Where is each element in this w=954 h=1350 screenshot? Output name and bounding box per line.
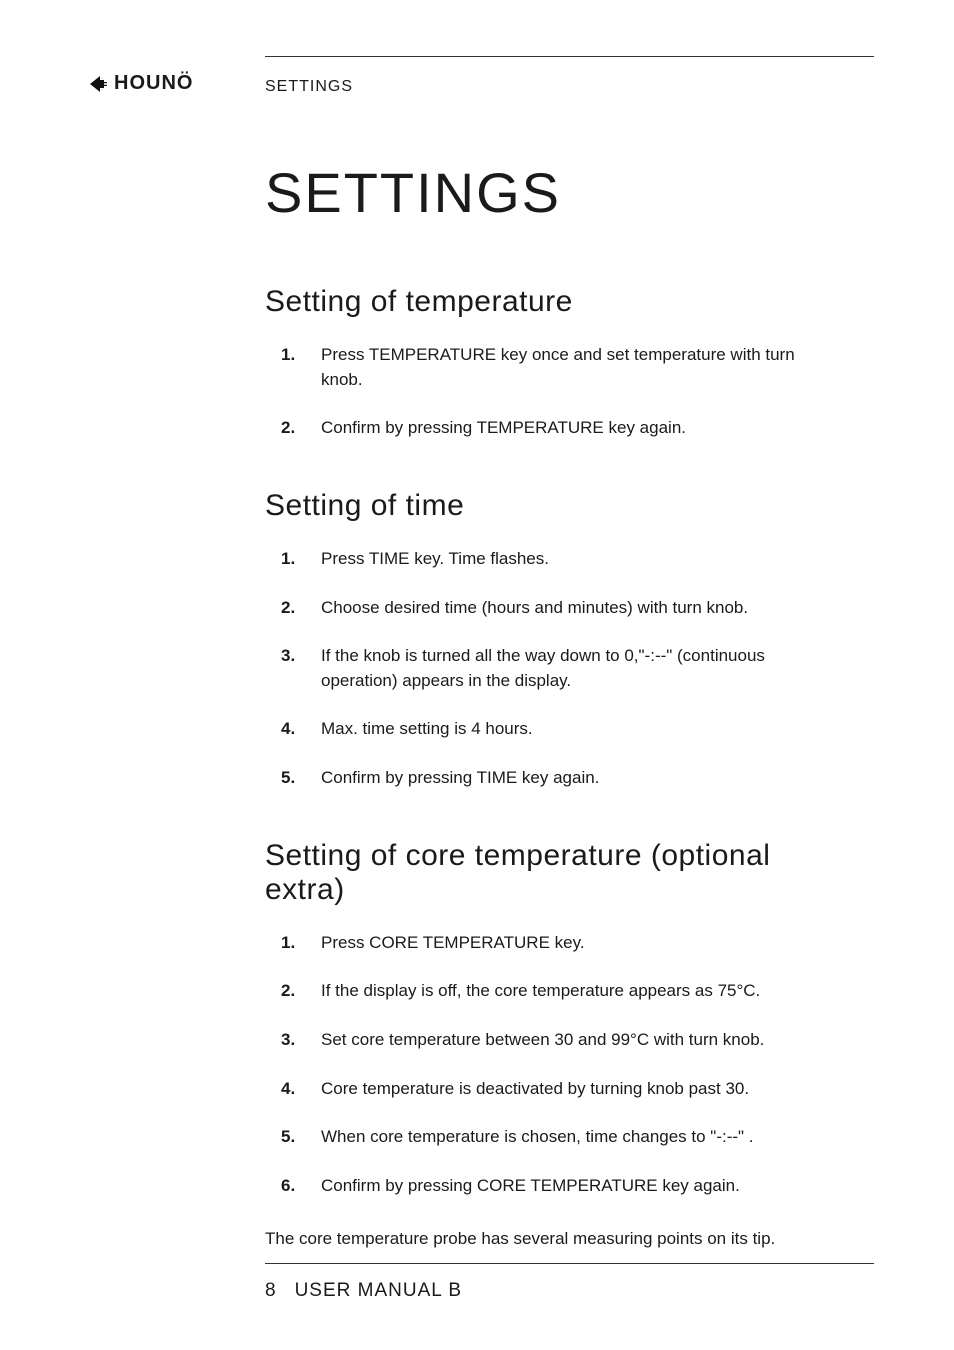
footer-title: USER MANUAL B — [295, 1280, 463, 1302]
page-number: 8 — [265, 1280, 277, 1302]
list-item: Set core temperature between 30 and 99°C… — [265, 1028, 839, 1053]
list-item: Press TIME key. Time flashes. — [265, 547, 839, 572]
brand-name: HOUNÖ — [114, 72, 193, 95]
list-item: Confirm by pressing CORE TEMPERATURE key… — [265, 1174, 839, 1199]
section-heading: Setting of temperature — [265, 285, 839, 319]
steps-list: Press TEMPERATURE key once and set tempe… — [265, 343, 839, 441]
list-item: Confirm by pressing TEMPERATURE key agai… — [265, 416, 839, 441]
page: HOUNÖ SETTINGS SETTINGS Setting of tempe… — [0, 0, 954, 1350]
list-item: If the display is off, the core temperat… — [265, 979, 839, 1004]
bottom-rule — [265, 1263, 874, 1264]
section-heading: Setting of core temperature (optional ex… — [265, 839, 839, 907]
list-item: Press TEMPERATURE key once and set tempe… — [265, 343, 839, 392]
content-area: SETTINGS Setting of temperature Press TE… — [265, 160, 839, 1251]
brand-logo: HOUNÖ — [88, 72, 193, 95]
list-item: If the knob is turned all the way down t… — [265, 644, 839, 693]
arrow-left-icon — [88, 74, 108, 94]
footer: 8 USER MANUAL B — [265, 1280, 462, 1302]
steps-list: Press TIME key. Time flashes. Choose des… — [265, 547, 839, 791]
list-item: When core temperature is chosen, time ch… — [265, 1125, 839, 1150]
body-paragraph: The core temperature probe has several m… — [265, 1227, 839, 1252]
list-item: Press CORE TEMPERATURE key. — [265, 931, 839, 956]
top-rule — [265, 56, 874, 57]
list-item: Confirm by pressing TIME key again. — [265, 766, 839, 791]
list-item: Core temperature is deactivated by turni… — [265, 1077, 839, 1102]
list-item: Choose desired time (hours and minutes) … — [265, 596, 839, 621]
page-title: SETTINGS — [265, 160, 839, 225]
list-item: Max. time setting is 4 hours. — [265, 717, 839, 742]
steps-list: Press CORE TEMPERATURE key. If the displ… — [265, 931, 839, 1199]
running-head: SETTINGS — [265, 78, 353, 96]
section-heading: Setting of time — [265, 489, 839, 523]
